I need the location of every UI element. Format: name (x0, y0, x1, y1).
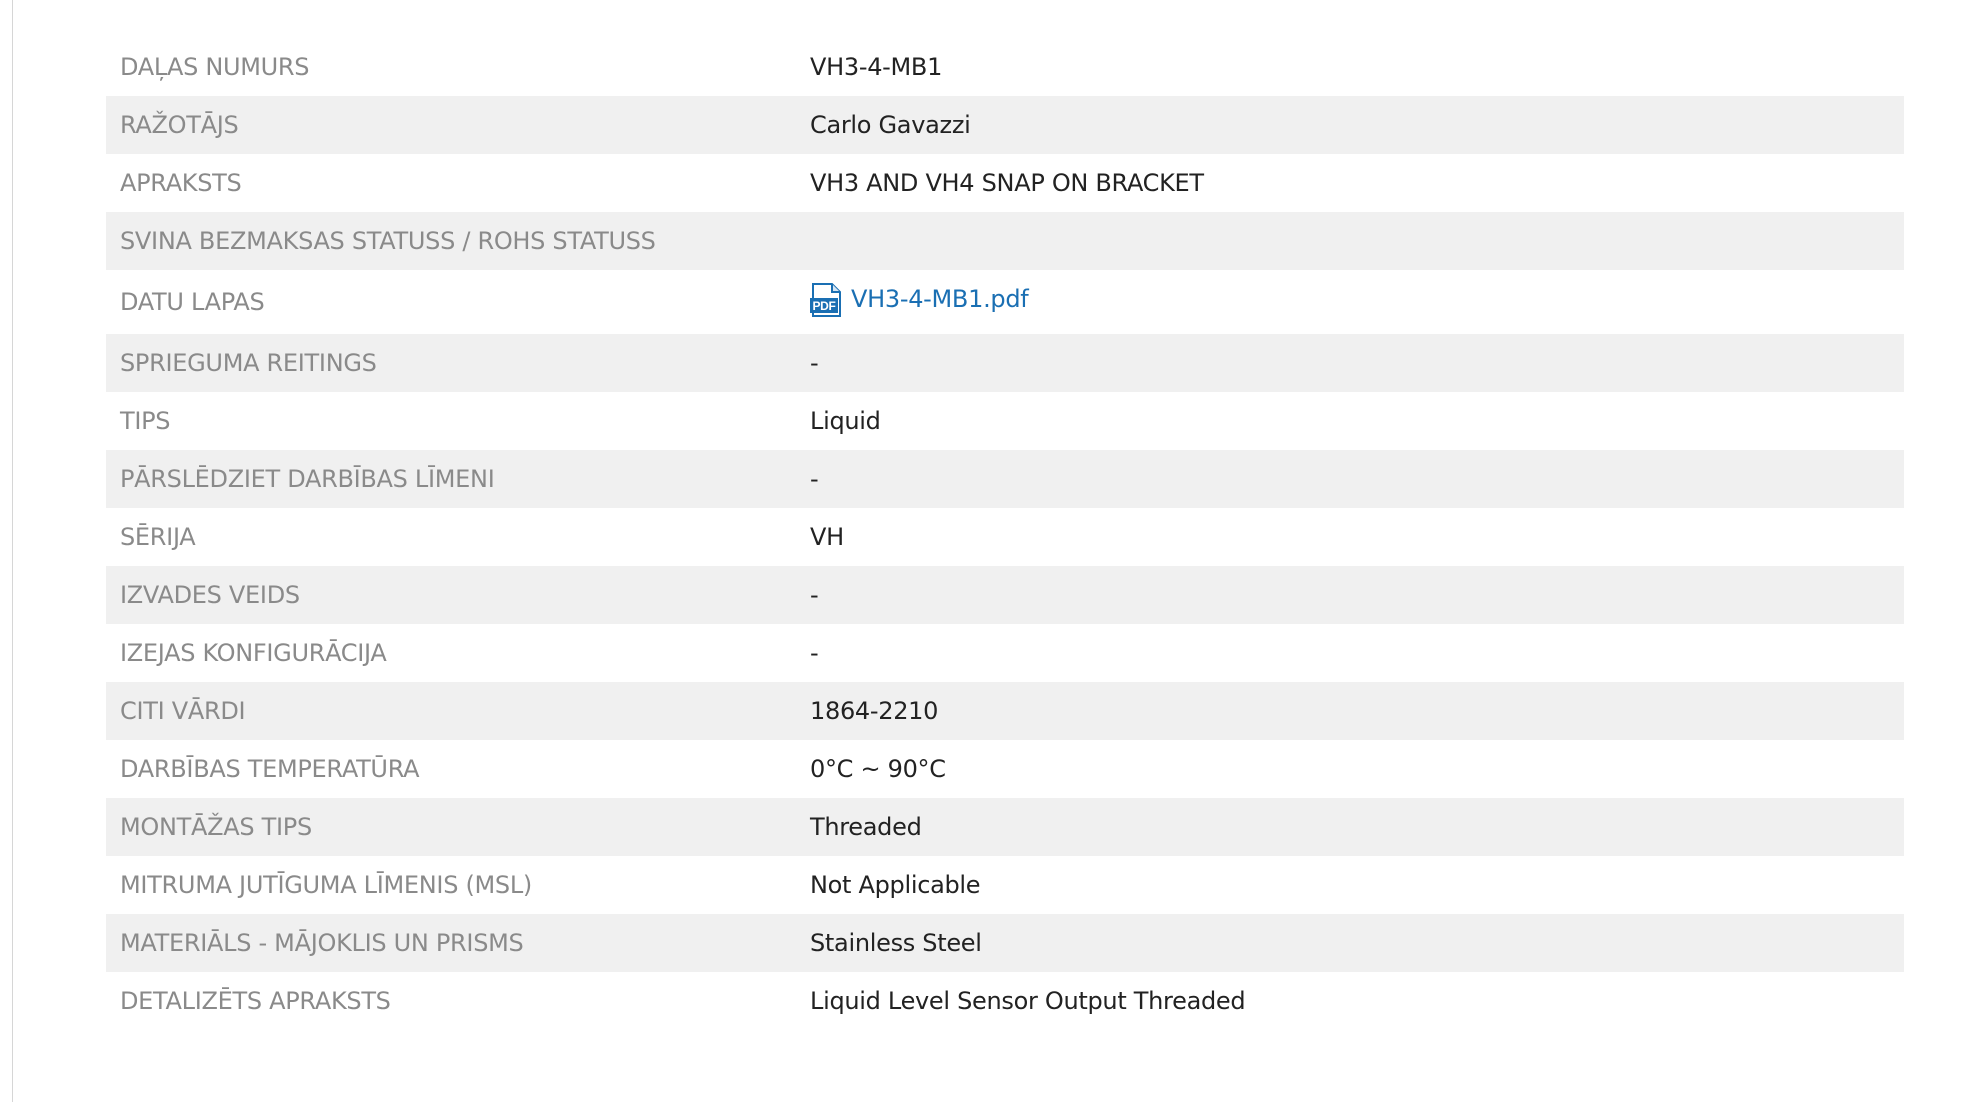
spec-row-mounting-type: MONTĀŽAS TIPS Threaded (106, 798, 1904, 856)
spec-label: IZVADES VEIDS (120, 581, 300, 609)
spec-row-msl: MITRUMA JUTĪGUMA LĪMENIS (MSL) Not Appli… (106, 856, 1904, 914)
spec-value: - (810, 349, 819, 377)
spec-row-manufacturer: RAŽOTĀJS Carlo Gavazzi (106, 96, 1904, 154)
spec-table: DAĻAS NUMURS VH3-4-MB1 RAŽOTĀJS Carlo Ga… (106, 38, 1904, 1030)
spec-value: Threaded (810, 813, 922, 841)
spec-value: Liquid (810, 407, 881, 435)
spec-label: CITI VĀRDI (120, 697, 246, 725)
spec-value: - (810, 639, 819, 667)
spec-row-part-number: DAĻAS NUMURS VH3-4-MB1 (106, 38, 1904, 96)
spec-label: MATERIĀLS - MĀJOKLIS UN PRISMS (120, 929, 524, 957)
spec-label: DATU LAPAS (120, 288, 265, 316)
spec-label: DAĻAS NUMURS (120, 53, 310, 81)
spec-row-rohs-status: SVINA BEZMAKSAS STATUSS / ROHS STATUSS (106, 212, 1904, 270)
spec-label: APRAKSTS (120, 169, 242, 197)
spec-row-series: SĒRIJA VH (106, 508, 1904, 566)
spec-label: DARBĪBAS TEMPERATŪRA (120, 755, 420, 783)
spec-label: MITRUMA JUTĪGUMA LĪMENIS (MSL) (120, 871, 532, 899)
spec-label: PĀRSLĒDZIET DARBĪBAS LĪMENI (120, 465, 495, 493)
spec-label: IZEJAS KONFIGURĀCIJA (120, 639, 387, 667)
spec-value: Stainless Steel (810, 929, 982, 957)
spec-value: - (810, 581, 819, 609)
datasheet-link[interactable]: PDF VH3-4-MB1.pdf (810, 282, 1029, 317)
spec-value: - (810, 465, 819, 493)
pdf-file-icon[interactable]: PDF (810, 283, 842, 317)
spec-row-other-names: CITI VĀRDI 1864-2210 (106, 682, 1904, 740)
spec-row-output-type: IZVADES VEIDS - (106, 566, 1904, 624)
product-spec-panel: DAĻAS NUMURS VH3-4-MB1 RAŽOTĀJS Carlo Ga… (12, 0, 1972, 1102)
spec-value: 0°C ~ 90°C (810, 755, 946, 783)
spec-row-datasheets: DATU LAPAS PDF VH3-4-MB1.pdf (106, 270, 1904, 334)
spec-label: SVINA BEZMAKSAS STATUSS / ROHS STATUSS (120, 227, 656, 255)
spec-label: MONTĀŽAS TIPS (120, 813, 312, 841)
spec-value: Not Applicable (810, 871, 981, 899)
spec-row-operating-temperature: DARBĪBAS TEMPERATŪRA 0°C ~ 90°C (106, 740, 1904, 798)
spec-row-type: TIPS Liquid (106, 392, 1904, 450)
spec-value: VH3 AND VH4 SNAP ON BRACKET (810, 169, 1204, 197)
spec-row-description: APRAKSTS VH3 AND VH4 SNAP ON BRACKET (106, 154, 1904, 212)
spec-row-switch-level: PĀRSLĒDZIET DARBĪBAS LĪMENI - (106, 450, 1904, 508)
spec-row-detailed-description: DETALIZĒTS APRAKSTS Liquid Level Sensor … (106, 972, 1904, 1030)
spec-value (810, 212, 1904, 270)
spec-value: VH (810, 523, 844, 551)
spec-label: DETALIZĒTS APRAKSTS (120, 987, 391, 1015)
spec-value-datasheet: PDF VH3-4-MB1.pdf (810, 270, 1904, 334)
spec-row-voltage-rating: SPRIEGUMA REITINGS - (106, 334, 1904, 392)
spec-value: VH3-4-MB1 (810, 53, 943, 81)
spec-row-material: MATERIĀLS - MĀJOKLIS UN PRISMS Stainless… (106, 914, 1904, 972)
spec-value: Liquid Level Sensor Output Threaded (810, 987, 1246, 1015)
spec-label: SPRIEGUMA REITINGS (120, 349, 377, 377)
datasheet-filename[interactable]: VH3-4-MB1.pdf (851, 285, 1029, 313)
spec-label: TIPS (120, 407, 171, 435)
spec-value: 1864-2210 (810, 697, 939, 725)
spec-label: RAŽOTĀJS (120, 111, 239, 139)
spec-label: SĒRIJA (120, 523, 196, 551)
spec-row-output-config: IZEJAS KONFIGURĀCIJA - (106, 624, 1904, 682)
spec-value: Carlo Gavazzi (810, 111, 971, 139)
svg-text:PDF: PDF (812, 299, 835, 313)
